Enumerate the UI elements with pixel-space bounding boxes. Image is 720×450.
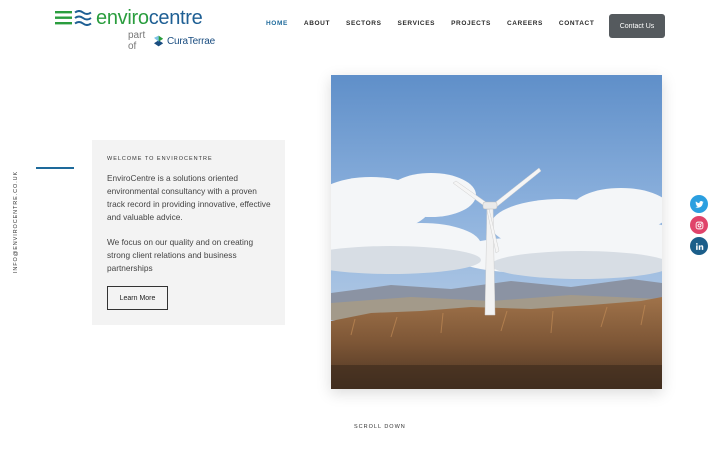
intro-paragraph-1: EnviroCentre is a solutions oriented env… (107, 173, 271, 222)
parent-brand: part of CuraTerrae (128, 30, 215, 52)
learn-more-button[interactable]: Learn More (107, 286, 168, 310)
nav-item-sectors[interactable]: SECTORS (338, 20, 390, 27)
intro-paragraph-2: We focus on our quality and on creating … (107, 237, 254, 273)
scroll-down-link[interactable]: SCROLL DOWN (354, 424, 406, 430)
main-nav: HOME ABOUT SECTORS SERVICES PROJECTS CAR… (258, 20, 602, 27)
nav-item-projects[interactable]: PROJECTS (443, 20, 499, 27)
parent-brand-name: CuraTerrae (166, 35, 215, 47)
instagram-button[interactable] (690, 216, 708, 234)
logo-word-centre: centre (148, 7, 203, 29)
linkedin-button[interactable] (690, 237, 708, 255)
instagram-icon (695, 221, 703, 229)
linkedin-icon (695, 242, 703, 250)
nav-item-contact[interactable]: CONTACT (551, 20, 603, 27)
site-logo[interactable]: envirocentre part of CuraTerrae (55, 6, 215, 52)
side-email-link[interactable]: INFO@ENVIROCENTRE.CO.UK (13, 171, 19, 273)
twitter-button[interactable] (690, 195, 708, 213)
logo-waves-icon (55, 10, 92, 26)
twitter-icon (694, 200, 704, 208)
partof-label: part of (128, 30, 146, 52)
curaterrae-logo-icon (153, 35, 163, 47)
intro-eyebrow: WELCOME TO ENVIROCENTRE (107, 156, 213, 162)
nav-item-careers[interactable]: CAREERS (499, 20, 551, 27)
logo-word-enviro: enviro (96, 7, 149, 29)
contact-us-button[interactable]: Contact Us (609, 14, 665, 38)
nav-item-home[interactable]: HOME (258, 20, 296, 27)
hero-image (331, 75, 662, 389)
nav-item-about[interactable]: ABOUT (296, 20, 338, 27)
logo-wordmark: envirocentre (96, 7, 203, 29)
intro-card: WELCOME TO ENVIROCENTRE EnviroCentre is … (92, 140, 285, 325)
nav-item-services[interactable]: SERVICES (390, 20, 444, 27)
wind-turbine-illustration (331, 75, 662, 389)
accent-divider (36, 167, 74, 169)
